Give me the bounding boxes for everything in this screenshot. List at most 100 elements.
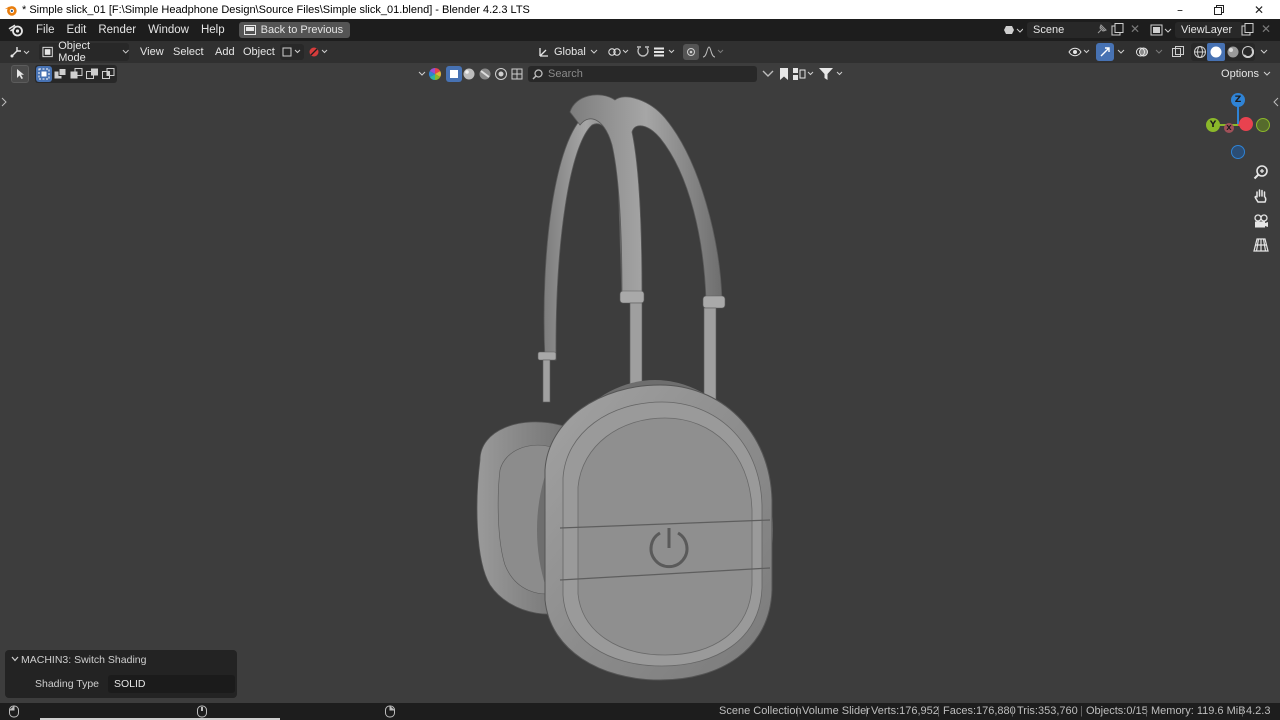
falloff-curve-icon[interactable] [702,46,726,58]
object-pivot-dropdown[interactable] [280,44,304,60]
color-wheel-icon[interactable] [428,67,442,81]
object-shading-button[interactable] [446,66,462,82]
collapse-icon[interactable] [761,68,775,80]
options-dropdown[interactable]: Options [1218,65,1274,83]
close-icon[interactable]: ✕ [1240,0,1278,19]
gizmo-y-axis[interactable]: Y [1206,118,1220,132]
menu-object[interactable]: Object [237,41,281,63]
gizmo-dropdown[interactable] [307,44,331,60]
material-preview-icon[interactable] [1226,45,1240,59]
view-layer-selector[interactable]: ViewLayer [1150,22,1243,38]
world-light-icon[interactable] [494,67,508,81]
blender-logo-icon[interactable] [8,22,24,38]
viewport-header: Object Mode View Select Add Object Globa… [0,40,1280,64]
menu-help[interactable]: Help [195,19,231,41]
new-scene-icon[interactable] [1111,23,1125,36]
gizmo-x-axis[interactable]: X [1224,123,1234,133]
menu-edit[interactable]: Edit [61,19,93,41]
editor-type-button[interactable] [8,43,32,61]
status-separator: | [796,705,799,717]
pan-button[interactable] [1252,187,1270,205]
overlays-toggle[interactable] [1133,43,1151,61]
object-mode-dropdown[interactable]: Object Mode [39,40,129,64]
camera-view-button[interactable] [1252,212,1270,230]
delete-scene-icon[interactable]: ✕ [1130,22,1140,36]
pivot-point-icon[interactable] [607,46,631,58]
object-mode-icon [42,46,53,58]
status-separator: | [1145,705,1148,717]
proportional-editing-button[interactable] [683,44,699,60]
chevron-down-icon[interactable] [417,71,427,77]
chevron-down-icon[interactable] [1259,49,1269,55]
shading-type-field[interactable]: SOLID [108,675,235,693]
chevron-down-icon[interactable] [1154,49,1164,55]
transform-orientation-dropdown[interactable]: Global [538,43,600,61]
snap-target-icon[interactable] [653,46,679,58]
3d-viewport[interactable]: Z Y X [0,63,1280,703]
visibility-eye-icon[interactable] [1068,45,1092,59]
global-orientation-icon [539,48,548,57]
window-title: * Simple slick_01 [F:\Simple Headphone D… [22,3,530,16]
headphone-model[interactable] [0,63,1280,703]
proportional-dot-icon [687,48,695,56]
object-mode-label: Object Mode [58,40,91,64]
toolbar-expand-icon[interactable] [1,97,7,107]
snap-icon[interactable] [636,45,650,59]
gizmo-y-negative[interactable] [1256,118,1270,132]
operator-redo-panel[interactable]: MACHIN3: Switch Shading Shading Type SOL… [5,650,237,698]
status-separator: | [1241,705,1244,717]
status-separator: | [937,705,940,717]
select-invert-icon[interactable] [86,68,99,80]
gizmo-z-negative[interactable] [1231,145,1245,159]
window-titlebar: * Simple slick_01 [F:\Simple Headphone D… [0,0,1280,19]
hand-pan-icon [1254,189,1267,203]
pin-icon[interactable] [1095,24,1107,36]
menu-file[interactable]: File [30,19,61,41]
search-icon [532,68,543,80]
gizmo-z-axis[interactable]: Z [1231,93,1245,107]
select-tool-button[interactable] [11,65,29,83]
perspective-toggle-button[interactable] [1252,236,1270,254]
gizmo-x-positive[interactable] [1239,117,1253,131]
xray-toggle-icon[interactable] [1171,45,1185,59]
rendered-shading-icon[interactable] [1241,45,1255,59]
transform-orientation-label: Global [554,46,586,58]
new-view-layer-icon[interactable] [1241,23,1255,36]
solid-shading-icon [1210,46,1222,58]
minimize-icon[interactable]: – [1161,0,1199,19]
viewport-gizmos-toggle[interactable] [1096,43,1114,61]
menu-select[interactable]: Select [167,41,210,63]
select-extend-icon[interactable] [54,68,67,80]
status-memory: Memory: 119.6 MiB [1151,705,1246,717]
status-version: 4.2.3 [1246,705,1271,717]
menu-add[interactable]: Add [209,41,241,63]
matcap-shading-icon[interactable] [462,67,476,81]
chevron-down-icon[interactable] [11,655,19,663]
chevron-down-icon[interactable] [1116,49,1126,55]
search-field[interactable]: Search [528,66,757,82]
grid-icon[interactable] [510,67,524,81]
restore-icon[interactable] [1200,0,1238,19]
solid-shading-button[interactable] [1207,43,1225,61]
status-separator: | [1011,705,1014,717]
delete-view-layer-icon[interactable]: ✕ [1261,22,1271,36]
back-to-previous-button[interactable]: Back to Previous [238,22,351,38]
blender-topbar: File Edit Render Window Help Back to Pre… [0,19,1280,41]
studio-light-icon[interactable] [478,67,492,81]
camera-icon [1254,214,1268,228]
select-subtract-icon[interactable] [70,68,83,80]
zoom-magnifier-icon [1253,165,1268,180]
select-new-button[interactable] [36,66,52,82]
display-mode-icon[interactable] [792,67,816,81]
menu-view[interactable]: View [134,41,170,63]
select-intersect-icon[interactable] [102,68,115,80]
cursor-arrow-icon [17,69,24,79]
wireframe-shading-icon[interactable] [1193,45,1207,59]
view-layer-field[interactable]: ViewLayer [1175,22,1243,38]
filter-funnel-icon[interactable] [818,66,846,82]
zoom-button[interactable] [1252,163,1270,181]
menu-window[interactable]: Window [142,19,195,41]
menu-render[interactable]: Render [92,19,142,41]
bookmark-icon[interactable] [778,67,790,81]
gizmo-arrows-icon [1100,47,1110,57]
